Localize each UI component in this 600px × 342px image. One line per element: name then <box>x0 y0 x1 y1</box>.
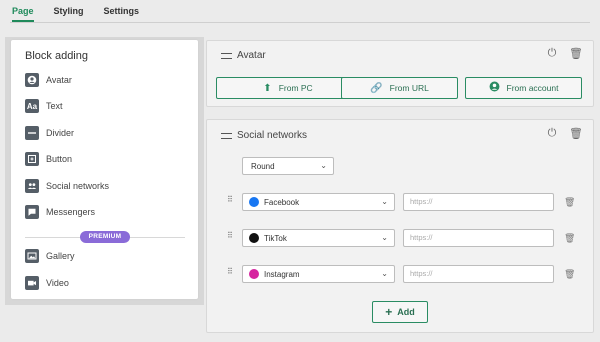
sidebar-item-label: Social networks <box>46 181 110 191</box>
premium-badge: PREMIUM <box>80 231 130 243</box>
avatar-block: Avatar ⏻ 🗑 ⬆ From PC 🔗 From URL From acc… <box>206 40 594 107</box>
facebook-icon <box>249 197 259 207</box>
sidebar-item-gallery[interactable]: Gallery <box>25 247 75 265</box>
panel-title: Block adding <box>25 50 88 62</box>
link-icon: 🔗 <box>370 82 383 94</box>
row-drag-icon[interactable]: ⠿ <box>227 196 233 207</box>
avatar-block-header[interactable]: Avatar <box>221 50 266 61</box>
chevron-down-icon: ⌄ <box>381 233 388 242</box>
tab-bar: Page Styling Settings <box>12 6 159 22</box>
trash-icon[interactable]: 🗑 <box>569 127 583 140</box>
chevron-down-icon: ⌄ <box>381 197 388 206</box>
trash-icon[interactable]: 🗑 <box>564 233 575 244</box>
icon-style-value: Round <box>251 161 275 171</box>
divider-icon <box>25 126 39 140</box>
row-drag-icon[interactable]: ⠿ <box>227 268 233 279</box>
network-name: Facebook <box>264 197 300 207</box>
from-pc-button[interactable]: ⬆ From PC <box>216 77 360 99</box>
social-networks-block: Social networks ⏻ 🗑 Round ⌄ ⠿ Facebook ⌄… <box>206 119 594 333</box>
facebook-url-input[interactable]: https:// <box>403 193 554 211</box>
sidebar-item-divider[interactable]: Divider <box>25 124 74 142</box>
network-select-tiktok[interactable]: TikTok ⌄ <box>242 229 395 247</box>
row-drag-icon[interactable]: ⠿ <box>227 232 233 243</box>
add-network-button[interactable]: + Add <box>372 301 428 323</box>
power-icon[interactable]: ⏻ <box>546 127 558 140</box>
avatar-block-actions: ⏻ 🗑 <box>546 47 583 60</box>
tiktok-url-input[interactable]: https:// <box>403 229 554 247</box>
gallery-icon <box>25 249 39 263</box>
sidebar-item-label: Messengers <box>46 207 96 217</box>
chat-icon <box>25 205 39 219</box>
sidebar-item-label: Video <box>46 278 69 288</box>
social-block-title: Social networks <box>237 130 308 141</box>
trash-icon[interactable]: 🗑 <box>569 47 583 60</box>
tab-settings[interactable]: Settings <box>104 6 140 22</box>
tab-divider <box>10 22 590 23</box>
tab-styling[interactable]: Styling <box>54 6 84 22</box>
network-select-instagram[interactable]: Instagram ⌄ <box>242 265 395 283</box>
add-network-label: Add <box>397 307 415 317</box>
instagram-icon <box>249 269 259 279</box>
network-name: TikTok <box>264 233 287 243</box>
trash-icon[interactable]: 🗑 <box>564 197 575 208</box>
icon-style-select[interactable]: Round ⌄ <box>242 157 334 175</box>
chevron-down-icon: ⌄ <box>320 161 327 170</box>
button-icon <box>25 152 39 166</box>
plus-icon: + <box>385 305 393 319</box>
network-name: Instagram <box>264 269 300 279</box>
tab-page[interactable]: Page <box>12 6 34 22</box>
power-icon[interactable]: ⏻ <box>546 47 558 60</box>
avatar-icon <box>25 73 39 87</box>
video-icon <box>25 276 39 290</box>
from-url-label: From URL <box>389 83 429 93</box>
sidebar-item-text[interactable]: Aa Text <box>25 97 63 115</box>
sidebar-item-avatar[interactable]: Avatar <box>25 71 72 89</box>
text-icon: Aa <box>25 99 39 113</box>
trash-icon[interactable]: 🗑 <box>564 269 575 280</box>
from-account-label: From account <box>506 83 559 93</box>
tiktok-icon <box>249 233 259 243</box>
sidebar-item-social-networks[interactable]: Social networks <box>25 177 109 195</box>
from-url-button[interactable]: 🔗 From URL <box>341 77 458 99</box>
account-icon <box>489 81 500 95</box>
avatar-block-title: Avatar <box>237 50 266 61</box>
sidebar-item-button[interactable]: Button <box>25 150 72 168</box>
instagram-url-input[interactable]: https:// <box>403 265 554 283</box>
sidebar-item-label: Button <box>46 154 73 164</box>
social-block-header[interactable]: Social networks <box>221 130 307 141</box>
people-icon <box>25 179 39 193</box>
from-account-button[interactable]: From account <box>465 77 582 99</box>
sidebar-item-label: Divider <box>46 128 75 138</box>
chevron-down-icon: ⌄ <box>381 269 388 278</box>
sidebar-item-label: Gallery <box>46 251 75 261</box>
social-block-actions: ⏻ 🗑 <box>546 127 583 140</box>
network-select-facebook[interactable]: Facebook ⌄ <box>242 193 395 211</box>
sidebar-item-messengers[interactable]: Messengers <box>25 203 95 221</box>
upload-icon: ⬆ <box>263 82 272 94</box>
sidebar-item-video[interactable]: Video <box>25 274 69 292</box>
block-adding-panel: Block adding Avatar Aa Text Divider Butt… <box>11 40 198 299</box>
sidebar-item-label: Avatar <box>46 75 72 85</box>
drag-handle-icon[interactable] <box>221 132 232 139</box>
drag-handle-icon[interactable] <box>221 52 232 59</box>
sidebar-item-label: Text <box>46 101 63 111</box>
from-pc-label: From PC <box>278 83 313 93</box>
